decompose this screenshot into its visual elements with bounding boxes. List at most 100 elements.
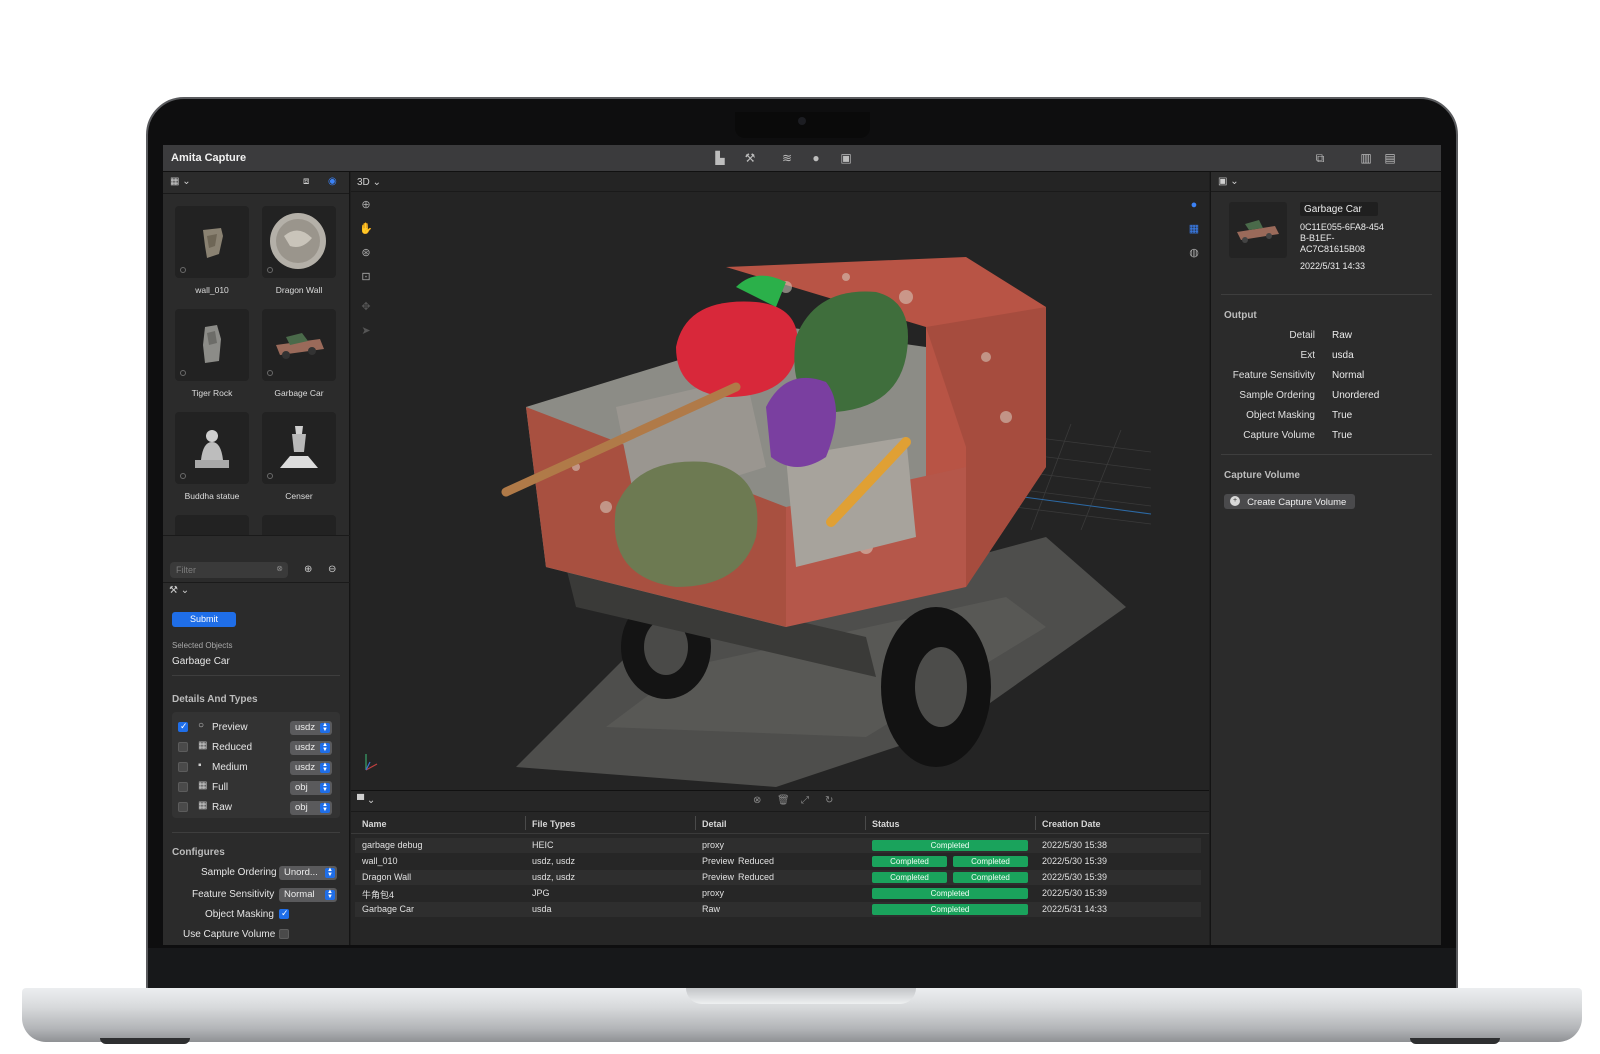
column-header-status[interactable]: Status: [872, 819, 900, 829]
format-select[interactable]: usdz ▲ ▼: [290, 741, 332, 755]
object-thumbnail[interactable]: [175, 515, 249, 535]
configures-heading: Configures: [172, 847, 225, 858]
object-thumbnail[interactable]: [262, 412, 336, 484]
selection-dot[interactable]: [180, 370, 186, 376]
divider: [1221, 294, 1432, 295]
zoom-out-icon[interactable]: ⊖: [328, 564, 336, 575]
detail-checkbox[interactable]: [178, 742, 188, 752]
zoom-in-icon[interactable]: ⊕: [304, 564, 312, 575]
selection-dot[interactable]: [267, 267, 273, 273]
filter-input[interactable]: Filter ⊗: [170, 562, 288, 578]
object-label: Tiger Rock: [191, 388, 233, 398]
use-capture-volume-checkbox[interactable]: [279, 929, 289, 939]
chart-icon[interactable]: ▤: [1383, 151, 1397, 165]
column-separator[interactable]: [1035, 816, 1036, 830]
view-mode-select[interactable]: 3D ⌄: [357, 177, 381, 188]
sphere-icon[interactable]: ●: [809, 151, 823, 165]
detail-checkbox[interactable]: [178, 721, 188, 732]
inspector-menu-icon[interactable]: ▣ ⌄: [1218, 176, 1239, 187]
object-name-field[interactable]: Garbage Car: [1300, 202, 1378, 216]
selection-dot[interactable]: [267, 370, 273, 376]
move-tool-icon[interactable]: ✥: [359, 300, 373, 314]
inspector-panel: ▣ ⌄ Garbage Car 0C11E055-6FA8-454 B-B1EF…: [1210, 172, 1441, 945]
column-separator[interactable]: [695, 816, 696, 830]
object-thumbnail[interactable]: [175, 309, 249, 381]
status-badge: Completed: [953, 856, 1028, 867]
camera-toolbar-icon[interactable]: ▣: [839, 151, 853, 165]
table-row[interactable]: Dragon Wall usdz, usdz Preview Reduced Compl…: [355, 870, 1201, 885]
object-thumbnail[interactable]: [262, 309, 336, 381]
divider: [1221, 454, 1432, 455]
output-key: Detail: [1289, 330, 1315, 341]
submit-button[interactable]: Submit: [172, 612, 236, 627]
queue-menu-icon[interactable]: ▀ ⌄: [357, 795, 375, 806]
detail-checkbox[interactable]: [178, 762, 188, 772]
frame-tool-icon[interactable]: ⊡: [359, 270, 373, 284]
detail-checkbox[interactable]: [178, 782, 188, 792]
status-badge: Completed: [872, 840, 1028, 851]
table-row[interactable]: wall_010 usdz, usdz Preview Reduced Complete…: [355, 854, 1201, 869]
shading-icon[interactable]: ●: [1187, 198, 1201, 212]
format-select[interactable]: usdz ▲ ▼: [290, 721, 332, 735]
sample-ordering-select[interactable]: Unord... ▲ ▼: [279, 866, 337, 880]
object-masking-checkbox[interactable]: [279, 908, 289, 919]
object-thumbnail[interactable]: [175, 412, 249, 484]
object-thumbnail[interactable]: [175, 206, 249, 278]
output-value: usda: [1332, 350, 1354, 361]
column-separator[interactable]: [865, 816, 866, 830]
layers-icon[interactable]: ≋: [780, 151, 794, 165]
expand-icon[interactable]: ⤢: [801, 795, 809, 806]
table-row[interactable]: Garbage Car usda Raw Completed 2022/5/31 14:…: [355, 902, 1201, 917]
column-header-creation-date[interactable]: Creation Date: [1042, 819, 1101, 829]
grid-toggle-icon[interactable]: ▦: [1187, 222, 1201, 236]
object-thumbnail[interactable]: [262, 515, 336, 535]
hand-tool-icon[interactable]: ✋: [359, 222, 373, 236]
divider: [172, 675, 340, 676]
3d-viewport[interactable]: 3D ⌄ ⊕ ✋ ⊛ ⊡ ✥ ➤ ● ▦ ◍: [351, 172, 1209, 790]
inspector-thumbnail: [1229, 202, 1287, 258]
table-row[interactable]: garbage debug HEIC proxy Completed 2022/5/30…: [355, 838, 1201, 853]
pointer-tool-icon[interactable]: ➤: [359, 324, 373, 338]
clear-icon[interactable]: ⊗: [276, 564, 283, 573]
format-value: usdz: [295, 722, 316, 733]
detail-row[interactable]: ▦ Reduced usdz ▲ ▼: [172, 740, 340, 756]
cancel-icon[interactable]: ⊗: [753, 795, 761, 806]
capture-station-icon[interactable]: ▙: [713, 151, 727, 165]
sidebar-toggle-icon[interactable]: ▥: [1359, 151, 1373, 165]
detail-row[interactable]: ○ Preview usdz ▲▼: [172, 720, 340, 736]
object-thumbnail[interactable]: [262, 206, 336, 278]
detail-row[interactable]: ▦ Full obj ▲ ▼: [172, 780, 340, 796]
texture-icon[interactable]: ◍: [1187, 246, 1201, 260]
share-icon[interactable]: ⧉: [1313, 151, 1327, 165]
column-separator[interactable]: [525, 816, 526, 830]
trash-icon[interactable]: 🗑: [777, 795, 790, 806]
refresh-icon[interactable]: ↻: [825, 795, 833, 806]
use-capture-volume-label: Use Capture Volume: [183, 929, 276, 940]
orbit-tool-icon[interactable]: ⊛: [359, 246, 373, 260]
object-id-line: B-B1EF-: [1300, 233, 1335, 243]
format-select[interactable]: usdz ▲ ▼: [290, 761, 332, 775]
image-icon[interactable]: ⧈: [303, 176, 309, 187]
column-header-name[interactable]: Name: [362, 819, 387, 829]
grid-view-icon[interactable]: ▦ ⌄: [170, 176, 191, 187]
cell-detail: proxy: [702, 888, 725, 898]
hammer-icon[interactable]: ⚒: [743, 151, 757, 165]
detail-checkbox[interactable]: [178, 802, 188, 812]
selection-dot[interactable]: [180, 473, 186, 479]
column-header-detail[interactable]: Detail: [702, 819, 727, 829]
feature-sensitivity-select[interactable]: Normal ▲ ▼: [279, 888, 337, 902]
create-capture-volume-button[interactable]: + Create Capture Volume: [1224, 494, 1355, 509]
table-row[interactable]: 牛角包4 JPG proxy Completed 2022/5/30 15:39: [355, 886, 1201, 901]
filter-placeholder: Filter: [176, 565, 196, 575]
format-select[interactable]: obj ▲ ▼: [290, 781, 332, 795]
format-select[interactable]: obj ▲ ▼: [290, 801, 332, 815]
object-id-line: 0C11E055-6FA8-454: [1300, 222, 1384, 232]
zoom-tool-icon[interactable]: ⊕: [359, 198, 373, 212]
selection-dot[interactable]: [267, 473, 273, 479]
hammer-menu-icon[interactable]: ⚒ ⌄: [169, 585, 189, 596]
selection-dot[interactable]: [180, 267, 186, 273]
detail-row[interactable]: ▪ Medium usdz ▲ ▼: [172, 760, 340, 776]
column-header-file-types[interactable]: File Types: [532, 819, 575, 829]
model-icon[interactable]: ◉: [328, 176, 337, 187]
detail-row[interactable]: ▦ Raw obj ▲ ▼: [172, 800, 340, 816]
